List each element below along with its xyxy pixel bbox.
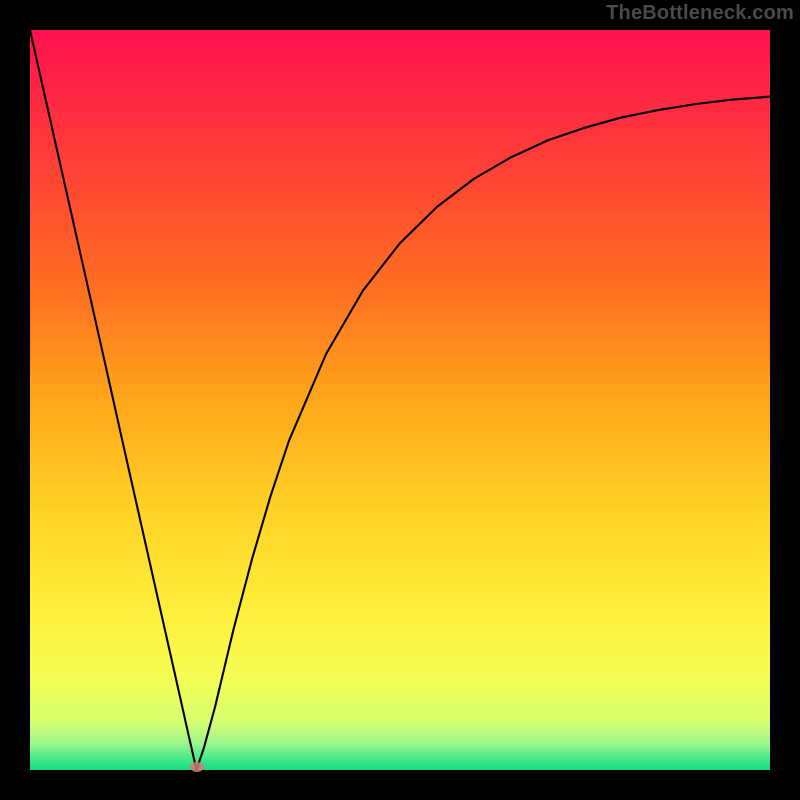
chart-frame: TheBottleneck.com: [0, 0, 800, 800]
bottleneck-curve: [30, 30, 770, 770]
watermark-text: TheBottleneck.com: [606, 2, 794, 25]
plot-area: [30, 30, 770, 770]
optimal-point-marker: [190, 762, 204, 772]
curve-layer: [30, 30, 770, 770]
